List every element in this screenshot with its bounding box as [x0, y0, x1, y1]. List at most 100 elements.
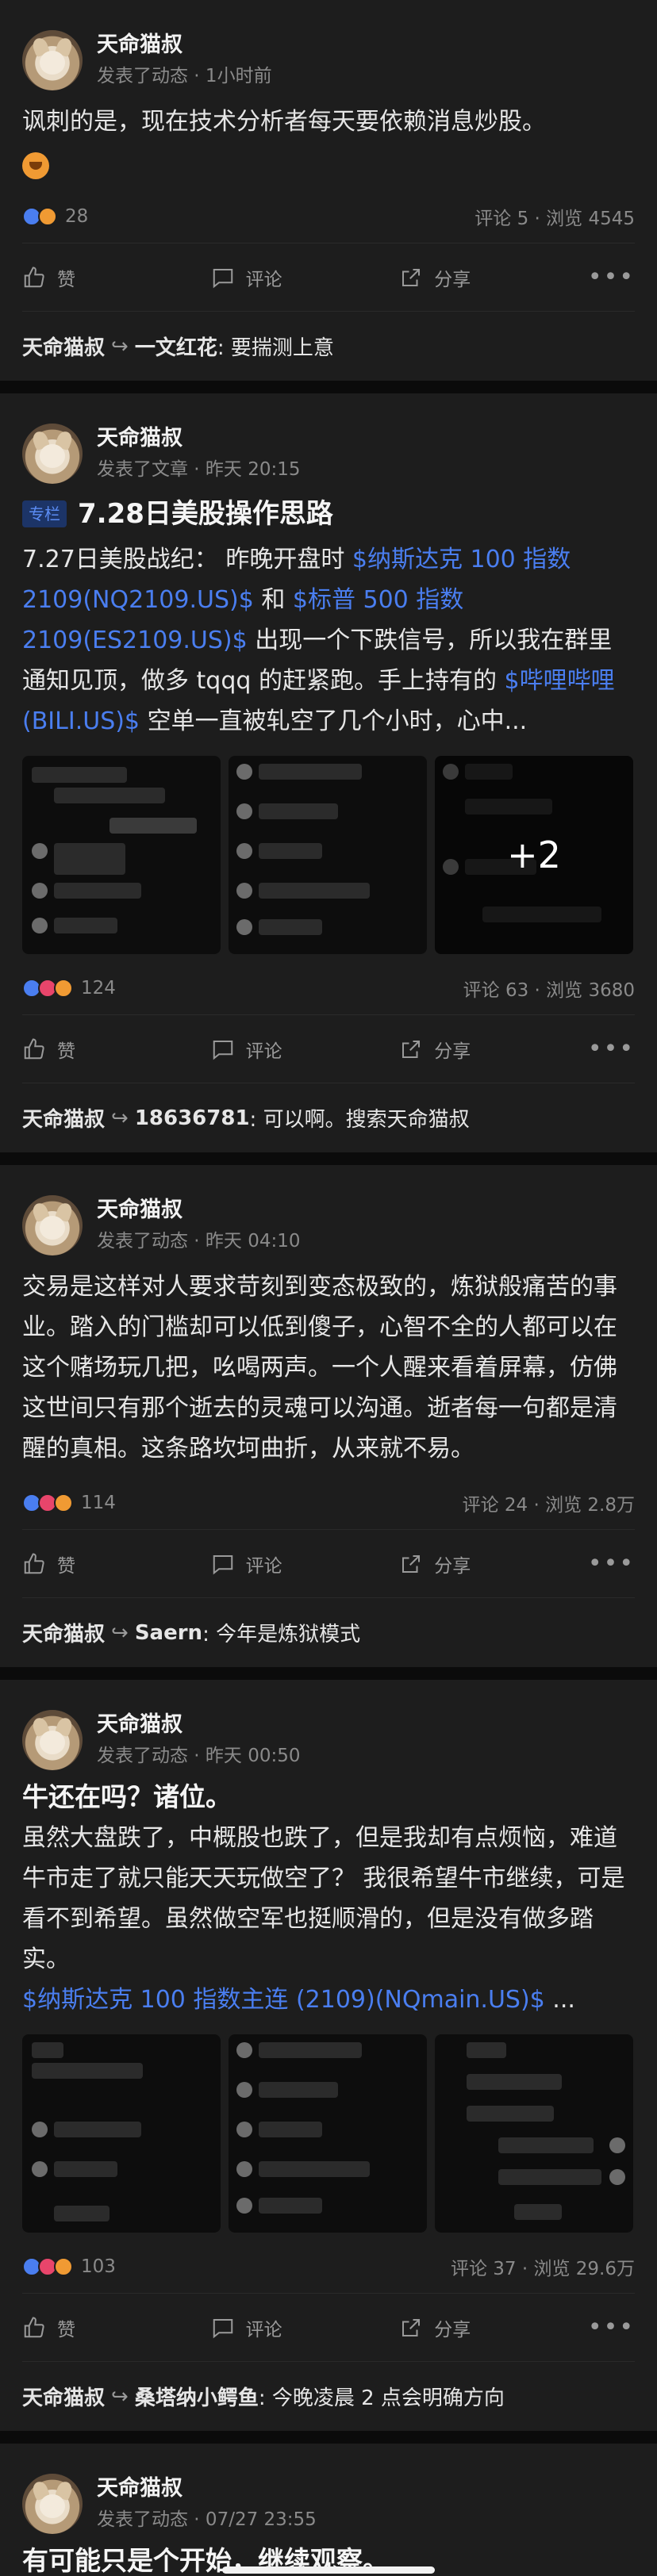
comment-label: 评论 — [245, 1041, 282, 1062]
author-name[interactable]: 天命猫叔 — [97, 2474, 317, 2503]
post-text-content: 虽然大盘跌了，中概股也跌了，但是我却有点烦恼，难道牛市走了就只能天天玩做空了？ … — [22, 1824, 625, 1973]
comment-button[interactable]: 评论 — [211, 2314, 400, 2341]
reactions[interactable]: 124 — [22, 978, 116, 999]
comment-preview[interactable]: 天命猫叔 ↪ Saern : 今年是炼狱模式 — [22, 1597, 635, 1667]
more-options-icon[interactable]: ••• — [588, 2313, 635, 2341]
author-name[interactable]: 天命猫叔 — [97, 31, 272, 59]
post-header: 天命猫叔 发表了动态 · 昨天 00:50 — [22, 1680, 635, 1777]
comment-button[interactable]: 评论 — [211, 1551, 400, 1577]
like-button[interactable]: 赞 — [22, 264, 211, 291]
post-header: 天命猫叔 发表了动态 · 1小时前 — [22, 0, 635, 97]
chat-screenshot-image[interactable] — [22, 756, 221, 954]
comment-button[interactable]: 评论 — [211, 1036, 400, 1063]
comment-view-stats: 评论 5 · 浏览 4545 — [474, 209, 635, 229]
more-images-overlay[interactable]: +2 — [435, 756, 633, 954]
avatar[interactable] — [22, 1710, 83, 1770]
stats-row: 103 评论 37 · 浏览 29.6万 — [22, 2241, 635, 2293]
share-button[interactable]: 分享 — [399, 1036, 588, 1063]
reply-text: : 今年是炼狱模式 — [202, 1623, 361, 1646]
reply-text: : 要揣测上意 — [217, 336, 334, 360]
like-label: 赞 — [57, 1041, 75, 1062]
reply-author: 天命猫叔 — [22, 1108, 106, 1132]
like-button[interactable]: 赞 — [22, 1551, 211, 1577]
post-card[interactable]: 天命猫叔 发表了动态 · 07/27 23:55 有可能只是个开始，继续观察。 — [0, 2444, 657, 2576]
reply-arrow-icon: ↪ — [111, 1106, 129, 1130]
post-meta: 发表了动态 · 昨天 00:50 — [97, 1746, 301, 1766]
post-card[interactable]: 天命猫叔 发表了动态 · 1小时前 讽刺的是，现在技术分析者每天要依赖消息炒股。… — [0, 0, 657, 381]
post-text-content: 讽刺的是，现在技术分析者每天要依赖消息炒股。 — [22, 108, 546, 136]
fox-reaction-icon — [38, 207, 57, 226]
like-button[interactable]: 赞 — [22, 1036, 211, 1063]
comment-preview[interactable]: 天命猫叔 ↪ 18636781 : 可以啊。搜索天命猫叔 — [22, 1083, 635, 1152]
home-indicator[interactable] — [222, 2566, 435, 2574]
like-button[interactable]: 赞 — [22, 2314, 211, 2341]
divider — [0, 2431, 657, 2444]
reaction-count: 103 — [81, 2256, 116, 2277]
image-grid — [22, 2034, 635, 2233]
share-label: 分享 — [434, 269, 471, 290]
post-text[interactable]: 7.27日美股战纪： 昨晚开盘时 $纳斯达克 100 指数 2109(NQ210… — [22, 535, 635, 742]
post-card[interactable]: 天命猫叔 发表了动态 · 昨天 04:10 交易是这样对人要求苛刻到变态极致的，… — [0, 1165, 657, 1667]
reply-author: 天命猫叔 — [22, 336, 106, 360]
chat-screenshot-image[interactable]: +2 — [435, 756, 633, 954]
comment-icon — [213, 268, 232, 288]
comment-label: 评论 — [245, 1555, 282, 1577]
column-badge: 专栏 — [22, 500, 67, 527]
avatar[interactable] — [22, 2474, 83, 2534]
share-label: 分享 — [434, 1555, 471, 1577]
chat-screenshot-image[interactable] — [229, 2034, 427, 2233]
reply-text: : 可以啊。搜索天命猫叔 — [249, 1108, 470, 1132]
reactions[interactable]: 114 — [22, 1493, 116, 1513]
author-name[interactable]: 天命猫叔 — [97, 1196, 301, 1225]
post-card[interactable]: 天命猫叔 发表了动态 · 昨天 00:50 牛还在吗？诸位。 虽然大盘跌了，中概… — [0, 1680, 657, 2431]
post-text[interactable]: 虽然大盘跌了，中概股也跌了，但是我却有点烦恼，难道牛市走了就只能天天玩做空了？ … — [22, 1818, 635, 2020]
share-icon — [402, 268, 421, 286]
more-options-icon[interactable]: ••• — [588, 1550, 635, 1577]
avatar[interactable] — [22, 1195, 83, 1255]
text-ellipsis: ... — [544, 1986, 575, 2014]
more-options-icon[interactable]: ••• — [588, 1035, 635, 1063]
stock-link-nqmain[interactable]: $纳斯达克 100 指数主连 (2109)(NQmain.US)$ — [22, 1986, 545, 2014]
share-button[interactable]: 分享 — [399, 1551, 588, 1577]
share-button[interactable]: 分享 — [399, 264, 588, 291]
more-options-icon[interactable]: ••• — [588, 263, 635, 291]
thumbs-up-icon — [24, 1552, 44, 1574]
author-name[interactable]: 天命猫叔 — [97, 1711, 301, 1739]
share-icon — [402, 1040, 421, 1058]
post-meta: 发表了文章 · 昨天 20:15 — [97, 459, 301, 480]
avatar[interactable] — [22, 424, 83, 484]
post-meta: 发表了动态 · 07/27 23:55 — [97, 2509, 317, 2530]
share-button[interactable]: 分享 — [399, 2314, 588, 2341]
reaction-count: 124 — [81, 978, 116, 999]
comment-view-stats: 评论 37 · 浏览 29.6万 — [450, 2259, 635, 2279]
action-bar: 赞 评论 分享 ••• — [22, 243, 635, 311]
post-card[interactable]: 天命猫叔 发表了文章 · 昨天 20:15 专栏 7.28日美股操作思路 7.2… — [0, 393, 657, 1152]
reactions[interactable]: 28 — [22, 206, 88, 227]
reply-target: Saern — [134, 1620, 203, 1645]
comment-button[interactable]: 评论 — [211, 264, 400, 291]
comment-label: 评论 — [245, 269, 282, 290]
reaction-count: 28 — [65, 206, 89, 227]
post-text[interactable]: 讽刺的是，现在技术分析者每天要依赖消息炒股。 — [22, 97, 635, 182]
divider — [0, 381, 657, 393]
like-label: 赞 — [57, 1555, 75, 1577]
post-headline[interactable]: 牛还在吗？诸位。 — [22, 1777, 635, 1818]
reactions[interactable]: 103 — [22, 2256, 116, 2277]
comment-preview[interactable]: 天命猫叔 ↪ 一文红花 : 要揣测上意 — [22, 311, 635, 381]
thumbs-up-icon — [24, 2316, 44, 2337]
chat-screenshot-image[interactable] — [22, 2034, 221, 2233]
thumbs-up-icon — [24, 1037, 44, 1059]
stats-row: 114 评论 24 · 浏览 2.8万 — [22, 1477, 635, 1529]
share-label: 分享 — [434, 2319, 471, 2340]
comment-preview[interactable]: 天命猫叔 ↪ 桑塔纳小鳄鱼 : 今晚凌晨 2 点会明确方向 — [22, 2361, 635, 2431]
image-grid: +2 — [22, 756, 635, 954]
post-text[interactable]: 交易是这样对人要求苛刻到变态极致的，炼狱般痛苦的事业。踏入的门槛却可以低到傻子，… — [22, 1262, 635, 1469]
article-title-row[interactable]: 专栏 7.28日美股操作思路 — [22, 493, 635, 535]
chat-screenshot-image[interactable] — [435, 2034, 633, 2233]
author-name[interactable]: 天命猫叔 — [97, 424, 301, 453]
comment-icon — [213, 2318, 232, 2338]
reply-text: : 今晚凌晨 2 点会明确方向 — [258, 2386, 505, 2410]
avatar[interactable] — [22, 30, 83, 90]
comment-icon — [213, 1554, 232, 1574]
chat-screenshot-image[interactable] — [229, 756, 427, 954]
